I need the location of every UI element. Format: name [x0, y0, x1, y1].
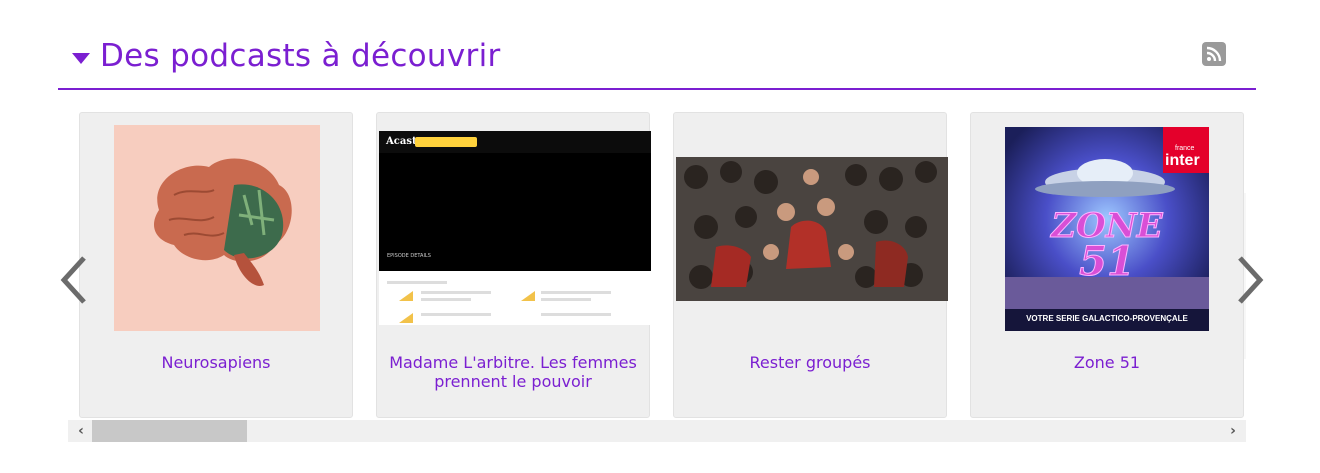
acast-thumb — [521, 291, 535, 301]
acast-list-row — [387, 281, 447, 284]
podcast-cover-rester-groupes[interactable] — [676, 157, 948, 301]
acast-list-row — [541, 298, 591, 301]
podcast-title[interactable]: Madame L'arbitre. Les femmes prennent le… — [385, 353, 641, 391]
podcast-card-zone-51[interactable]: ZONE 51 france inter VOTRE SERIE GALACTI… — [970, 112, 1244, 418]
acast-episode-label: EPISODE DETAILS — [387, 253, 431, 259]
acast-cta — [415, 137, 477, 147]
carousel-next-icon[interactable] — [1232, 250, 1268, 310]
carousel-prev-icon[interactable] — [56, 250, 92, 310]
podcast-cover-neurosapiens[interactable] — [114, 125, 320, 331]
podcast-title[interactable]: Neurosapiens — [88, 353, 344, 372]
rss-icon[interactable] — [1202, 42, 1226, 66]
zone-brand-big: inter — [1165, 152, 1200, 169]
scrollbar-thumb[interactable] — [92, 420, 247, 442]
zone-brand-small: france — [1175, 145, 1195, 152]
section-header: Des podcasts à découvrir — [58, 30, 1256, 88]
acast-list-row — [421, 291, 491, 294]
section-title[interactable]: Des podcasts à découvrir — [100, 38, 501, 74]
acast-logo: Acast — [386, 136, 417, 147]
caret-down-icon[interactable] — [72, 52, 90, 64]
acast-list-row — [541, 291, 611, 294]
scroll-right-icon[interactable]: › — [1224, 422, 1242, 440]
horizontal-scrollbar[interactable]: ‹ › — [68, 420, 1246, 442]
acast-thumb — [399, 291, 413, 301]
acast-thumb — [399, 313, 413, 323]
podcast-card-madame-larbitre[interactable]: Acast EPISODE DETAILS Madame L'arbitre. … — [376, 112, 651, 418]
podcast-title[interactable]: Rester groupés — [682, 353, 938, 372]
scroll-left-icon[interactable]: ‹ — [72, 422, 90, 440]
podcast-cover-zone-51[interactable]: ZONE 51 france inter VOTRE SERIE GALACTI… — [1005, 127, 1209, 331]
svg-text:51: 51 — [1079, 238, 1135, 285]
podcast-card-rester-groupes[interactable]: Rester groupés — [673, 112, 948, 418]
podcast-card-neurosapiens[interactable]: Neurosapiens — [79, 112, 353, 418]
zone-footer: VOTRE SERIE GALACTICO-PROVENÇALE — [1026, 314, 1188, 323]
section-title-wrap[interactable]: Des podcasts à découvrir — [72, 38, 501, 74]
acast-list-row — [421, 313, 491, 316]
section-divider — [58, 88, 1256, 90]
acast-list-row — [421, 298, 471, 301]
podcast-cover-acast[interactable]: Acast EPISODE DETAILS — [379, 131, 651, 325]
podcast-title[interactable]: Zone 51 — [979, 353, 1235, 372]
acast-list-row — [541, 313, 611, 316]
